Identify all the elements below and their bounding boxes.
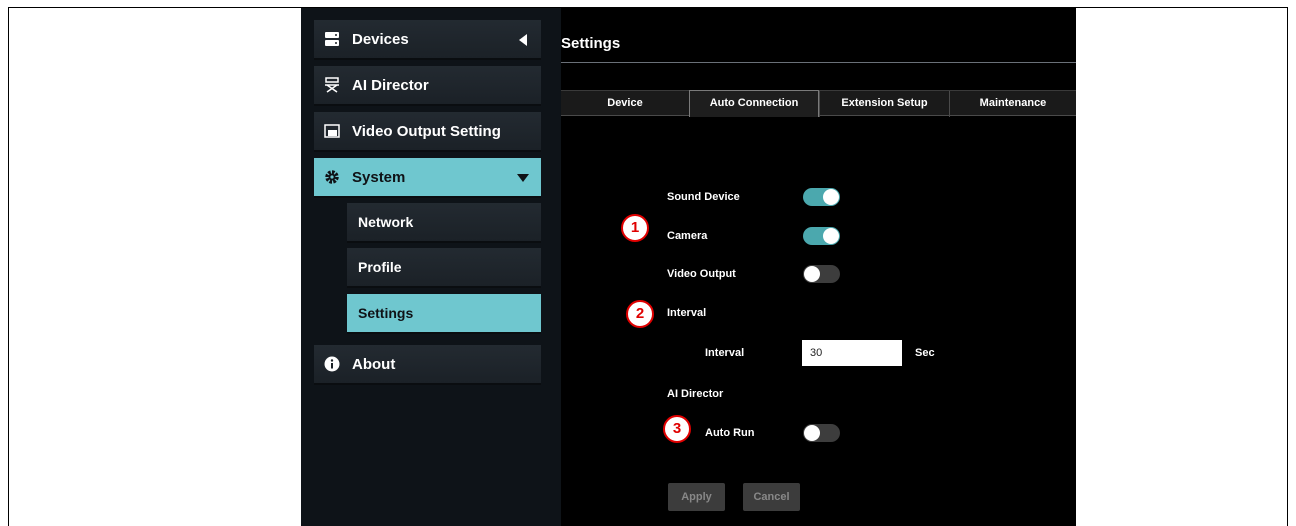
- tab-auto-connection[interactable]: Auto Connection: [689, 90, 819, 117]
- interval-input[interactable]: [802, 340, 902, 366]
- info-icon: [324, 356, 340, 372]
- annotation-marker-2: 2: [626, 300, 654, 328]
- annotation-marker-3: 3: [663, 415, 691, 443]
- tab-device[interactable]: Device: [561, 91, 689, 117]
- sidebar-item-label: About: [352, 355, 396, 373]
- sidebar-item-label: Devices: [352, 30, 409, 48]
- app-window: Devices AI Director Video Output Setting…: [301, 8, 1076, 526]
- chevron-down-icon: [517, 174, 529, 182]
- sidebar-item-label: System: [352, 168, 406, 186]
- sidebar-subitem-label: Profile: [358, 259, 402, 275]
- cancel-button[interactable]: Cancel: [743, 483, 800, 511]
- camera-toggle[interactable]: [803, 227, 840, 245]
- camera-label: Camera: [667, 230, 708, 242]
- annotation-marker-1: 1: [621, 214, 649, 242]
- sidebar-item-video-output-setting[interactable]: Video Output Setting: [314, 112, 541, 152]
- gear-icon: [324, 169, 340, 185]
- video-output-icon: [324, 123, 340, 139]
- interval-label: Interval: [705, 347, 745, 359]
- interval-unit: Sec: [915, 347, 935, 359]
- collapse-arrow-icon[interactable]: [519, 34, 527, 46]
- sidebar-item-ai-director[interactable]: AI Director: [314, 66, 541, 106]
- tab-maintenance[interactable]: Maintenance: [949, 91, 1076, 117]
- sidebar-subitem-label: Settings: [358, 305, 414, 321]
- toggle-knob: [804, 425, 820, 441]
- main-panel: Settings Device Auto Connection Extensio…: [561, 8, 1076, 526]
- ai-director-section-heading: AI Director: [667, 388, 724, 400]
- sidebar-subitem-settings[interactable]: Settings: [347, 294, 541, 334]
- sidebar: Devices AI Director Video Output Setting…: [301, 8, 553, 526]
- sidebar-subitem-profile[interactable]: Profile: [347, 248, 541, 288]
- page-title: Settings: [561, 35, 621, 52]
- toggle-knob: [823, 189, 839, 205]
- director-chair-icon: [324, 77, 340, 93]
- toggle-knob: [804, 266, 820, 282]
- sidebar-item-about[interactable]: About: [314, 345, 541, 385]
- sound-device-label: Sound Device: [667, 191, 740, 203]
- auto-run-label: Auto Run: [705, 427, 755, 439]
- sidebar-item-system[interactable]: System: [314, 158, 541, 198]
- video-output-toggle[interactable]: [803, 265, 840, 283]
- sound-device-toggle[interactable]: [803, 188, 840, 206]
- tab-extension-setup[interactable]: Extension Setup: [819, 91, 949, 117]
- interval-section-heading: Interval: [667, 307, 707, 319]
- sidebar-item-label: Video Output Setting: [352, 122, 501, 140]
- toggle-knob: [823, 228, 839, 244]
- tab-bar: Device Auto Connection Extension Setup M…: [561, 90, 1076, 117]
- sidebar-item-label: AI Director: [352, 76, 429, 94]
- video-output-label: Video Output: [667, 268, 736, 280]
- auto-run-toggle[interactable]: [803, 424, 840, 442]
- sidebar-subitem-label: Network: [358, 214, 414, 230]
- sidebar-subitem-network[interactable]: Network: [347, 203, 541, 243]
- sidebar-item-devices[interactable]: Devices: [314, 20, 541, 60]
- apply-button[interactable]: Apply: [668, 483, 725, 511]
- server-icon: [324, 31, 340, 47]
- title-divider: [561, 62, 1076, 63]
